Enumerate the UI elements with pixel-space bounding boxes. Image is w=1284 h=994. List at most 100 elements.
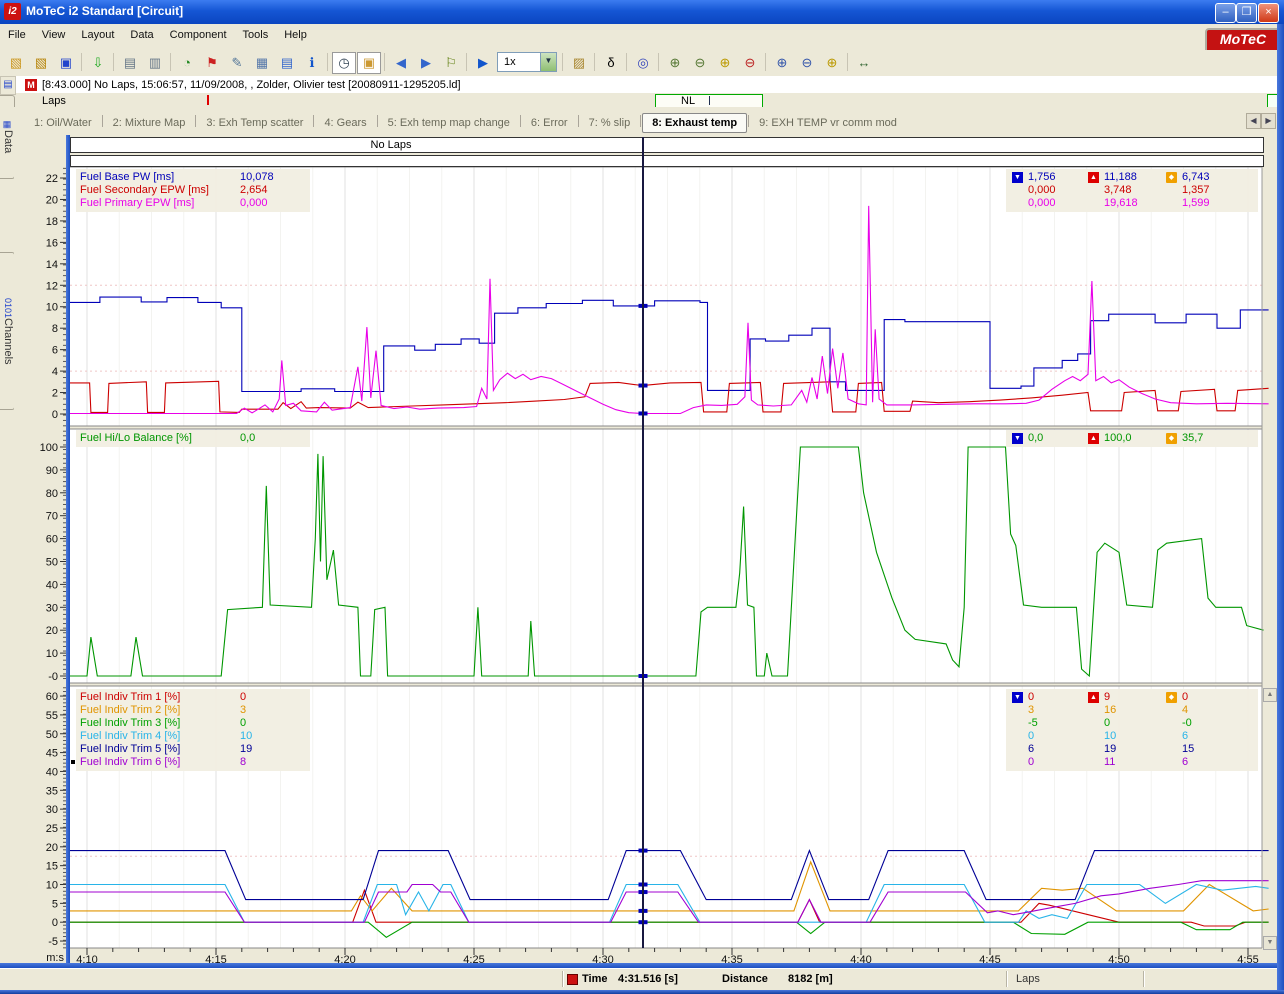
- data-panel-icon[interactable]: ▤: [0, 76, 16, 95]
- cursor-status-icon: [567, 974, 578, 985]
- zoom-in-selection-icon[interactable]: ⊕: [713, 52, 737, 74]
- menu-component[interactable]: Component: [162, 24, 235, 45]
- overlay-mode-icon[interactable]: ▣: [357, 52, 381, 74]
- y-tick-label: 4: [52, 366, 58, 378]
- open-layout-icon[interactable]: ▧: [4, 52, 28, 74]
- worksheet-tab-2[interactable]: 2: Mixture Map: [104, 114, 195, 132]
- channel-avg-value: 1,357: [1182, 184, 1210, 196]
- worksheet-tab-3[interactable]: 3: Exh Temp scatter: [197, 114, 312, 132]
- x-tick-label: 4:40: [850, 954, 871, 963]
- y-tick-label: 20: [46, 194, 58, 206]
- y-tick-label: 0: [52, 409, 58, 421]
- zoom-out-vertical-icon[interactable]: ⊖: [795, 52, 819, 74]
- laps-bar[interactable]: [14, 93, 1277, 108]
- worksheet-tab-7[interactable]: 7: % slip: [580, 114, 640, 132]
- status-distance-value: 8182 [m]: [788, 973, 833, 985]
- lap-range-box[interactable]: NL: [655, 94, 763, 108]
- zoom-selection-vertical-icon[interactable]: ⊕: [820, 52, 844, 74]
- menu-file[interactable]: File: [0, 24, 34, 45]
- panel-collapse-down-icon[interactable]: ▼: [1263, 936, 1277, 950]
- data-tab-icon: ▦: [3, 120, 13, 130]
- zoom-cursor-icon[interactable]: ◎: [631, 52, 655, 74]
- sidebar-tab-data[interactable]: ▦Data: [0, 95, 15, 179]
- worksheet-tab-4[interactable]: 4: Gears: [315, 114, 375, 132]
- print-icon[interactable]: ▤: [118, 52, 142, 74]
- channels-tab-icon: 0101: [3, 298, 13, 318]
- minimize-button[interactable]: –: [1215, 3, 1236, 23]
- menu-bar: FileViewLayoutDataComponentToolsHelp: [0, 24, 1284, 51]
- flag-marker-icon[interactable]: ⚐: [439, 52, 463, 74]
- toolbar-separator: [466, 53, 467, 71]
- legend-row[interactable]: Fuel Secondary EPW [ms]2,654: [76, 184, 310, 197]
- chevron-down-icon[interactable]: ▼: [540, 53, 556, 71]
- next-lap-icon[interactable]: ▶: [414, 52, 438, 74]
- delta-icon[interactable]: δ: [599, 52, 623, 74]
- stats-row: 0,00019,6181,599: [1006, 197, 1258, 210]
- status-time-value: 4:31.516 [s]: [618, 973, 678, 985]
- flag-red-icon[interactable]: ⚑: [200, 52, 224, 74]
- status-divider: [1143, 971, 1145, 987]
- y-tick-label: 35: [46, 785, 58, 797]
- worksheet-tab-9[interactable]: 9: EXH TEMP vr comm mod: [750, 114, 906, 132]
- menu-help[interactable]: Help: [276, 24, 315, 45]
- y-tick-label: 10: [46, 302, 58, 314]
- title-bar[interactable]: i2 MoTeC i2 Standard [Circuit] – ❒ ×: [0, 0, 1284, 24]
- panel-collapse-up-icon[interactable]: ▲: [1263, 688, 1277, 702]
- channel-avg-value: -0: [1182, 717, 1192, 729]
- legend-row[interactable]: Fuel Indiv Trim 3 [%]0: [76, 717, 310, 730]
- menu-data[interactable]: Data: [122, 24, 161, 45]
- tab-separator: [578, 115, 579, 127]
- gauge-icon[interactable]: ◔: [175, 52, 199, 74]
- zoom-in-icon[interactable]: ⊕: [663, 52, 687, 74]
- avg-icon: ◆: [1166, 172, 1177, 183]
- worksheet-tab-6[interactable]: 6: Error: [522, 114, 577, 132]
- legend-row[interactable]: Fuel Hi/Lo Balance [%]0,0: [76, 432, 310, 445]
- x-tick-label: 4:35: [721, 954, 742, 963]
- print-preview-icon[interactable]: ▥: [143, 52, 167, 74]
- laps-bar-marker: [207, 95, 209, 105]
- sidebar-tab-channels[interactable]: 0101Channels: [0, 252, 15, 410]
- worksheet-tab-8[interactable]: 8: Exhaust temp: [642, 113, 747, 133]
- close-layout-icon[interactable]: ▧: [29, 52, 53, 74]
- play-icon[interactable]: ▶: [471, 52, 495, 74]
- chart-canvas[interactable]: 2220181614121086420100908070605040302010…: [14, 135, 1277, 963]
- menu-layout[interactable]: Layout: [73, 24, 122, 45]
- time-zoom-select[interactable]: 1x▼: [497, 52, 557, 72]
- legend-row[interactable]: Fuel Indiv Trim 4 [%]10: [76, 730, 310, 743]
- menu-view[interactable]: View: [34, 24, 74, 45]
- x-tick-label: 4:10: [76, 954, 97, 963]
- legend-row[interactable]: Fuel Primary EPW [ms]0,000: [76, 197, 310, 210]
- close-button[interactable]: ×: [1258, 3, 1279, 23]
- prev-lap-icon[interactable]: ◀: [389, 52, 413, 74]
- worksheet-tab-1[interactable]: 1: Oil/Water: [25, 114, 101, 132]
- save-icon[interactable]: ▣: [54, 52, 78, 74]
- tab-separator: [520, 115, 521, 127]
- calculator-icon[interactable]: ▦: [250, 52, 274, 74]
- panel-2-bg: [70, 429, 1262, 683]
- import-data-icon[interactable]: ⇩: [86, 52, 110, 74]
- tab-scroll-left-icon[interactable]: ◀: [1246, 113, 1261, 129]
- zoom-out-selection-icon[interactable]: ⊖: [738, 52, 762, 74]
- menu-tools[interactable]: Tools: [235, 24, 277, 45]
- legend-row[interactable]: Fuel Indiv Trim 1 [%]0: [76, 691, 310, 704]
- tab-scroll-right-icon[interactable]: ▶: [1261, 113, 1276, 129]
- legend-row[interactable]: Fuel Base PW [ms]10,078: [76, 171, 310, 184]
- legend-row[interactable]: Fuel Indiv Trim 2 [%]3: [76, 704, 310, 717]
- time-mode-icon[interactable]: ◷: [332, 52, 356, 74]
- cursor-line[interactable]: [642, 137, 644, 948]
- details-icon[interactable]: ▤: [275, 52, 299, 74]
- tab-separator: [195, 115, 196, 127]
- worksheet-tab-5[interactable]: 5: Exh temp map change: [379, 114, 519, 132]
- channel-name: Fuel Indiv Trim 1 [%]: [80, 691, 180, 703]
- max-icon: ▲: [1088, 172, 1099, 183]
- fit-width-icon[interactable]: ↔: [852, 52, 876, 74]
- restore-button[interactable]: ❒: [1236, 3, 1257, 23]
- info-icon[interactable]: ℹ: [300, 52, 324, 74]
- edit-icon[interactable]: ✎: [225, 52, 249, 74]
- y-tick-label: 5: [52, 898, 58, 910]
- zoom-out-icon[interactable]: ⊖: [688, 52, 712, 74]
- properties-icon[interactable]: ▨: [567, 52, 591, 74]
- legend-row[interactable]: Fuel Indiv Trim 6 [%]8: [76, 756, 310, 769]
- legend-row[interactable]: Fuel Indiv Trim 5 [%]19: [76, 743, 310, 756]
- zoom-in-vertical-icon[interactable]: ⊕: [770, 52, 794, 74]
